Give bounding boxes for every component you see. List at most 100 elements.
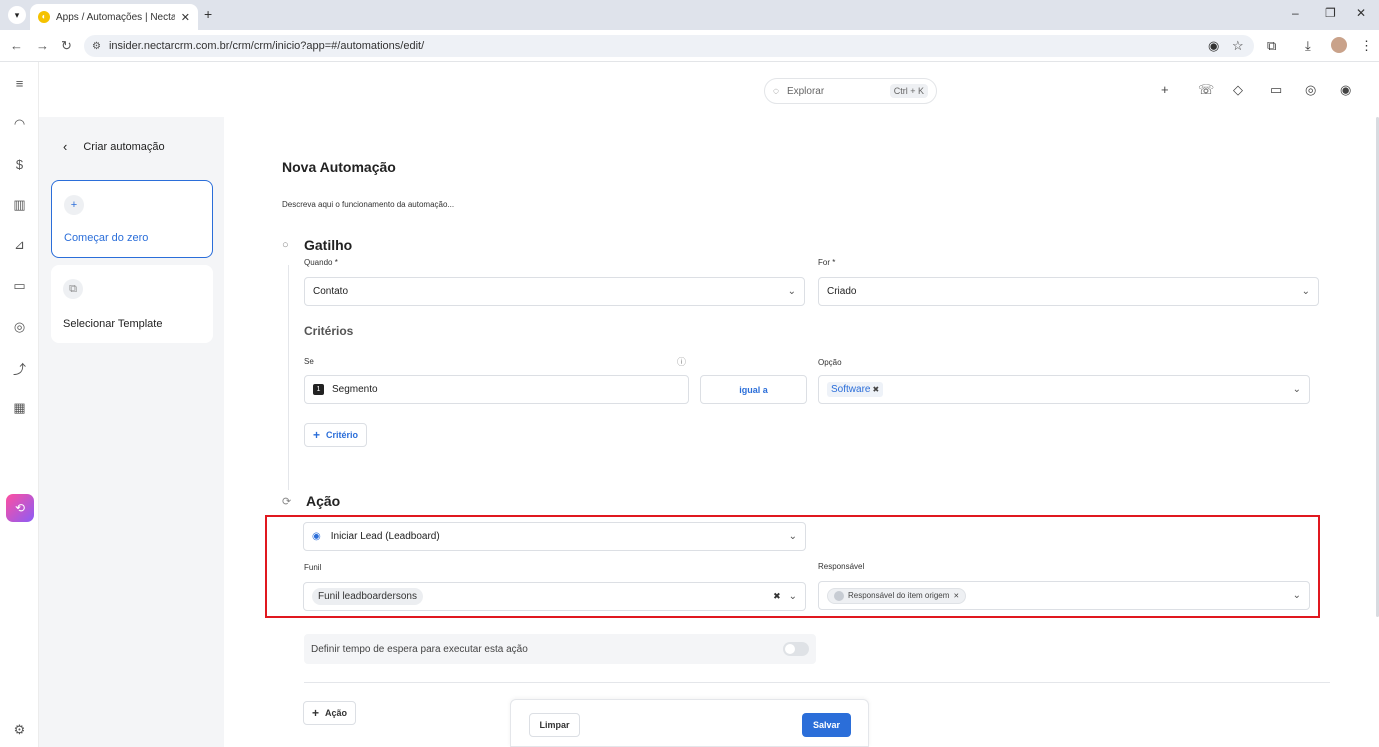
forward-arrow-icon[interactable]: → — [36, 38, 49, 53]
add-action-label: Ação — [325, 708, 348, 718]
back-link[interactable]: ‹ Criar automação — [63, 139, 165, 154]
action-icon: ⟳ — [282, 496, 292, 508]
plus-icon: + — [313, 428, 321, 442]
funnel-label: Funil — [304, 563, 322, 572]
when-value: Contato — [313, 286, 349, 297]
funnel-select[interactable]: Funil leadboardersons ✖ ⌄ — [303, 582, 806, 611]
add-icon[interactable]: + — [1161, 82, 1169, 97]
browser-tab-bar: ▾ ◐ Apps / Automações | NectarCRM ✕ + – … — [0, 0, 1379, 30]
explore-search[interactable]: ◌ Explorar Ctrl + K — [764, 78, 937, 104]
action-value: Iniciar Lead (Leadboard) — [330, 531, 440, 542]
chevron-down-icon: ⌄ — [1292, 590, 1301, 601]
person-icon — [834, 590, 844, 601]
dashboard-gauge-icon[interactable]: ◠ — [0, 116, 39, 132]
settings-gear-icon[interactable]: ⚙ — [0, 722, 39, 738]
app-nav-rail: ≡ ◠ $ ▥ ⊿ ▭ ◎ ⤴ ▦ ⟲ ⚙ — [0, 62, 39, 747]
address-bar: ← → ↻ ⚙ insider.nectarcrm.com.br/crm/crm… — [0, 30, 1379, 62]
back-arrow-icon[interactable]: ← — [10, 38, 23, 53]
template-icon: ⧉ — [63, 279, 83, 299]
chip-remove-icon[interactable]: ✕ — [953, 592, 959, 600]
app-header: ◌ Explorar Ctrl + K + ☏ ◇ ▭ ◎ ◉ — [39, 62, 1379, 117]
for-select[interactable]: Criado ⌄ — [818, 277, 1319, 306]
trigger-timeline — [288, 265, 289, 490]
plus-icon: + — [64, 195, 84, 215]
info-icon[interactable]: ⓘ — [677, 355, 686, 368]
inbox-icon[interactable]: ▭ — [1270, 82, 1282, 98]
responsible-select[interactable]: Responsável do item origem ✕ ⌄ — [818, 581, 1310, 610]
bell-icon[interactable]: ◇ — [1233, 82, 1243, 98]
trigger-circle-icon: ○ — [282, 239, 289, 251]
criteria-index-badge: 1 — [313, 384, 324, 395]
responsible-value: Responsável do item origem — [848, 591, 950, 600]
profile-avatar[interactable] — [1331, 37, 1347, 53]
browser-menu-icon[interactable]: ⋮ — [1360, 38, 1373, 54]
form-footer: Limpar Salvar — [510, 699, 869, 747]
user-avatar-icon[interactable]: ◉ — [1340, 82, 1351, 98]
automations-app-icon[interactable]: ⟲ — [6, 494, 34, 522]
criteria-field-select[interactable]: 1 Segmento — [304, 375, 689, 404]
page-title: Nova Automação — [282, 159, 396, 175]
hamburger-menu-icon[interactable]: ≡ — [0, 76, 39, 91]
chevron-left-icon[interactable]: ‹ — [63, 139, 67, 154]
phone-icon[interactable]: ☏ — [1198, 82, 1214, 98]
start-from-scratch-card[interactable]: + Começar do zero — [51, 180, 213, 258]
create-automation-panel: ‹ Criar automação + Começar do zero ⧉ Se… — [39, 117, 224, 747]
tab-close-icon[interactable]: ✕ — [181, 11, 190, 24]
chevron-down-icon: ⌄ — [788, 591, 797, 602]
option-multiselect[interactable]: Software ✖ ⌄ — [818, 375, 1310, 404]
reload-icon[interactable]: ↻ — [61, 38, 72, 54]
restore-icon[interactable]: ❐ — [1325, 6, 1336, 20]
wait-time-row: Definir tempo de espera para executar es… — [304, 634, 816, 664]
wait-time-label: Definir tempo de espera para executar es… — [311, 643, 528, 655]
apps-grid-icon[interactable]: ▦ — [0, 400, 39, 416]
url-field[interactable]: ⚙ insider.nectarcrm.com.br/crm/crm/inici… — [84, 35, 1254, 57]
clear-selection-icon[interactable]: ✖ — [773, 591, 781, 602]
add-action-button[interactable]: + Ação — [303, 701, 357, 725]
chevron-down-icon: ⌄ — [788, 531, 797, 542]
task-check-icon[interactable]: ◎ — [1305, 82, 1316, 98]
play-circle-icon: ◉ — [312, 531, 321, 542]
for-value: Criado — [827, 286, 857, 297]
action-select[interactable]: ◉ Iniciar Lead (Leadboard) ⌄ — [303, 522, 806, 551]
operator-select[interactable]: igual a — [700, 375, 807, 404]
eye-icon[interactable]: ◉ — [1208, 38, 1219, 54]
responsible-chip[interactable]: Responsável do item origem ✕ — [827, 587, 967, 604]
automation-form: Nova Automação Descreva aqui o funcionam… — [224, 117, 1379, 747]
bookmark-star-icon[interactable]: ☆ — [1232, 38, 1244, 54]
plus-icon: + — [312, 706, 320, 720]
search-placeholder: Explorar — [786, 85, 825, 97]
option-chip-label: Software — [831, 384, 871, 395]
download-icon[interactable]: ⤓ — [1305, 38, 1311, 54]
option-chip[interactable]: Software ✖ — [827, 382, 884, 397]
chip-remove-icon[interactable]: ✖ — [872, 385, 879, 394]
chevron-down-icon: ⌄ — [1292, 384, 1301, 395]
trigger-heading: Gatilho — [304, 237, 353, 253]
check-circle-icon[interactable]: ◎ — [0, 319, 39, 335]
when-select[interactable]: Contato ⌄ — [304, 277, 805, 306]
chart-icon[interactable]: ⊿ — [0, 237, 39, 253]
add-criteria-label: Critério — [326, 430, 359, 440]
select-template-card[interactable]: ⧉ Selecionar Template — [51, 265, 213, 343]
minimize-icon[interactable]: – — [1292, 6, 1299, 20]
card-label: Começar do zero — [64, 232, 149, 244]
clear-button[interactable]: Limpar — [529, 713, 580, 737]
building-icon[interactable]: ▥ — [0, 197, 39, 213]
tab-title: Apps / Automações | NectarCRM — [56, 11, 175, 23]
tab-search-icon[interactable]: ▾ — [8, 6, 26, 24]
dollar-icon[interactable]: $ — [0, 157, 39, 172]
close-window-icon[interactable]: ✕ — [1356, 6, 1366, 20]
browser-tab[interactable]: ◐ Apps / Automações | NectarCRM ✕ — [30, 4, 198, 30]
calendar-icon[interactable]: ▭ — [0, 278, 39, 294]
criteria-heading: Critérios — [304, 324, 354, 338]
description-input[interactable]: Descreva aqui o funcionamento da automaç… — [282, 200, 454, 209]
panel-title: Criar automação — [83, 140, 165, 153]
option-label: Opção — [818, 358, 842, 367]
add-criteria-button[interactable]: + Critério — [304, 423, 368, 447]
trend-icon[interactable]: ⤴ — [0, 359, 39, 378]
search-shortcut: Ctrl + K — [889, 84, 928, 98]
extensions-icon[interactable]: ⧉ — [1267, 38, 1276, 54]
new-tab-icon[interactable]: + — [204, 6, 212, 22]
save-button[interactable]: Salvar — [802, 713, 851, 737]
site-info-icon[interactable]: ⚙ — [92, 41, 101, 52]
wait-time-toggle[interactable] — [783, 642, 809, 656]
